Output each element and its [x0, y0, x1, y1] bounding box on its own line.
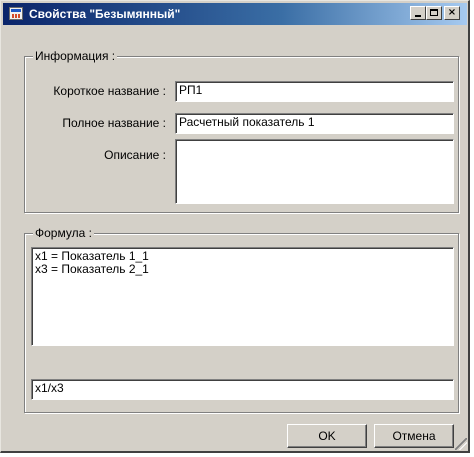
title-bar[interactable]: Свойства "Безымянный" ×: [3, 3, 467, 25]
description-label: Описание :: [104, 148, 166, 162]
short-name-label: Короткое название :: [53, 84, 166, 98]
info-group-legend: Информация :: [33, 49, 118, 63]
formula-variables-field[interactable]: x1 = Показатель 1_1 x3 = Показатель 2_1: [31, 247, 454, 346]
resize-grip-icon[interactable]: [455, 438, 467, 450]
window-title: Свойства "Безымянный": [29, 7, 181, 21]
minimize-button[interactable]: [410, 6, 426, 20]
app-icon: [9, 7, 23, 20]
ok-button[interactable]: OK: [287, 424, 367, 448]
description-field[interactable]: [175, 139, 454, 204]
properties-dialog: Свойства "Безымянный" × Информация : Кор…: [0, 0, 470, 453]
cancel-button[interactable]: Отмена: [374, 424, 454, 448]
full-name-field[interactable]: Расчетный показатель 1: [175, 113, 454, 134]
full-name-label: Полное название :: [62, 116, 166, 130]
formula-expression-field[interactable]: x1/x3: [31, 379, 454, 400]
short-name-field[interactable]: РП1: [175, 81, 454, 102]
maximize-button[interactable]: [426, 6, 442, 20]
formula-group-legend: Формула :: [33, 226, 94, 240]
close-button[interactable]: ×: [444, 6, 460, 20]
